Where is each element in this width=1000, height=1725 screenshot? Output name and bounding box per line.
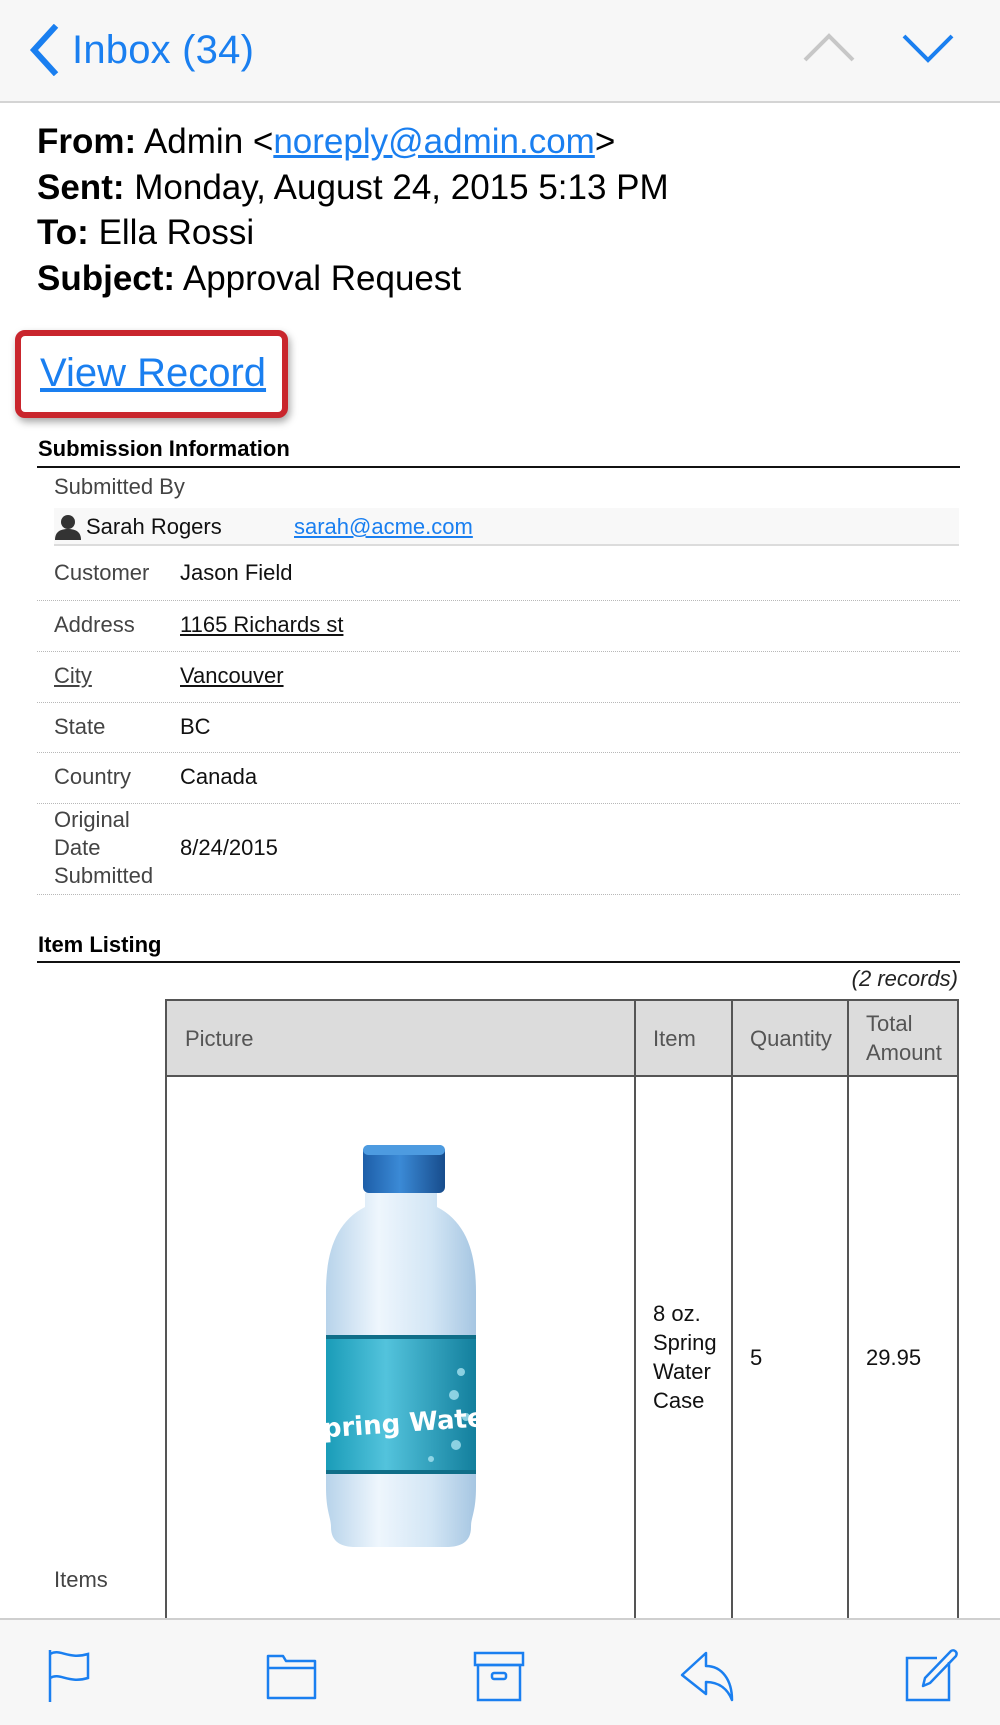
- field-value-state: BC: [180, 714, 211, 739]
- item-listing-heading: Item Listing: [38, 932, 162, 957]
- record-count: (2 records): [851, 966, 958, 991]
- to-value: Ella Rossi: [98, 213, 255, 252]
- chevron-left-icon: [29, 24, 59, 76]
- compose-button[interactable]: [905, 1648, 961, 1704]
- move-to-folder-button[interactable]: [265, 1648, 321, 1704]
- label-line: Original: [54, 807, 130, 832]
- chevron-up-icon: [803, 33, 855, 62]
- item-line: Case: [653, 1388, 705, 1413]
- field-value-city-link[interactable]: Vancouver: [180, 662, 284, 690]
- reply-icon: [680, 1651, 734, 1702]
- previous-message-button[interactable]: [801, 28, 857, 68]
- table-row: Spring Water 8 oz. Spring Water Case 5 2…: [167, 1077, 957, 1637]
- bottom-toolbar: [0, 1618, 1000, 1725]
- field-label-city-link[interactable]: City: [54, 662, 92, 690]
- row-divider: [37, 894, 960, 895]
- section-divider: [37, 466, 960, 468]
- table-header: Picture Item Quantity Total Amount: [167, 1001, 957, 1077]
- back-to-inbox-button[interactable]: Inbox (34): [28, 22, 254, 78]
- items-table: Picture Item Quantity Total Amount Sprin…: [165, 999, 959, 1637]
- subject-label: Subject:: [37, 259, 176, 298]
- header-line: Amount: [866, 1040, 942, 1065]
- row-divider: [37, 651, 960, 652]
- item-line: Spring: [653, 1330, 717, 1355]
- view-record-link[interactable]: View Record: [40, 349, 266, 397]
- submitter-row: Sarah Rogers sarah@acme.com: [54, 508, 959, 546]
- from-close: >: [594, 122, 616, 161]
- field-value-customer: Jason Field: [180, 560, 293, 585]
- field-label-address: Address: [54, 612, 135, 637]
- row-divider: [37, 752, 960, 753]
- column-header-item: Item: [636, 1001, 733, 1075]
- row-divider: [37, 600, 960, 601]
- items-row-label: Items: [54, 1567, 108, 1592]
- sent-value: Monday, August 24, 2015 5:13 PM: [134, 168, 669, 207]
- field-value-country: Canada: [180, 764, 258, 789]
- chevron-down-icon: [902, 34, 954, 63]
- submitted-by-label: Submitted By: [54, 474, 185, 499]
- compose-icon: [905, 1649, 958, 1702]
- folder-icon: [266, 1654, 317, 1700]
- item-line: 8 oz.: [653, 1301, 701, 1326]
- field-label-original-date: Original Date Submitted: [54, 806, 153, 890]
- field-value-address-link[interactable]: 1165 Richards st: [180, 611, 343, 639]
- subject-line: Subject: Approval Request: [37, 257, 461, 301]
- label-line: Date: [54, 835, 101, 860]
- water-bottle-image: Spring Water: [316, 1145, 486, 1547]
- field-label-country: Country: [54, 764, 132, 789]
- column-header-picture: Picture: [167, 1001, 636, 1075]
- person-icon: [55, 515, 81, 540]
- column-header-total-amount: Total Amount: [849, 1001, 957, 1075]
- archive-button[interactable]: [472, 1648, 528, 1704]
- from-line: From: Admin <noreply@admin.com>: [37, 120, 615, 164]
- nav-bar: Inbox (34): [0, 0, 1000, 103]
- column-header-quantity: Quantity: [733, 1001, 849, 1075]
- header-line: Total: [866, 1011, 913, 1036]
- back-label: Inbox (34): [72, 27, 255, 72]
- cell-picture: Spring Water: [167, 1077, 636, 1637]
- cell-item: 8 oz. Spring Water Case: [636, 1077, 733, 1637]
- submitter-email-link[interactable]: sarah@acme.com: [294, 513, 473, 541]
- sent-line: Sent: Monday, August 24, 2015 5:13 PM: [37, 166, 669, 210]
- field-label-state: State: [54, 714, 106, 739]
- sent-label: Sent:: [37, 168, 125, 207]
- field-label-customer: Customer: [54, 560, 150, 585]
- flag-button[interactable]: [46, 1648, 102, 1704]
- submitter-name: Sarah Rogers: [86, 514, 222, 539]
- label-line: Submitted: [54, 863, 154, 888]
- flag-icon: [48, 1650, 90, 1702]
- row-divider: [37, 702, 960, 703]
- submission-info-heading: Submission Information: [38, 436, 290, 461]
- from-email-link[interactable]: noreply@admin.com: [273, 122, 595, 161]
- from-name: Admin <: [143, 122, 274, 161]
- next-message-button[interactable]: [900, 28, 956, 68]
- to-label: To:: [37, 213, 89, 252]
- field-value-original-date: 8/24/2015: [180, 835, 278, 860]
- cell-quantity: 5: [733, 1077, 849, 1637]
- to-line: To: Ella Rossi: [37, 211, 254, 255]
- from-label: From:: [37, 122, 137, 161]
- cell-total-amount: 29.95: [866, 1344, 922, 1370]
- item-line: Water: [653, 1359, 711, 1384]
- section-divider: [37, 961, 960, 963]
- archive-icon: [473, 1651, 525, 1702]
- subject-value: Approval Request: [182, 259, 462, 298]
- row-divider: [37, 803, 960, 804]
- reply-button[interactable]: [678, 1648, 734, 1704]
